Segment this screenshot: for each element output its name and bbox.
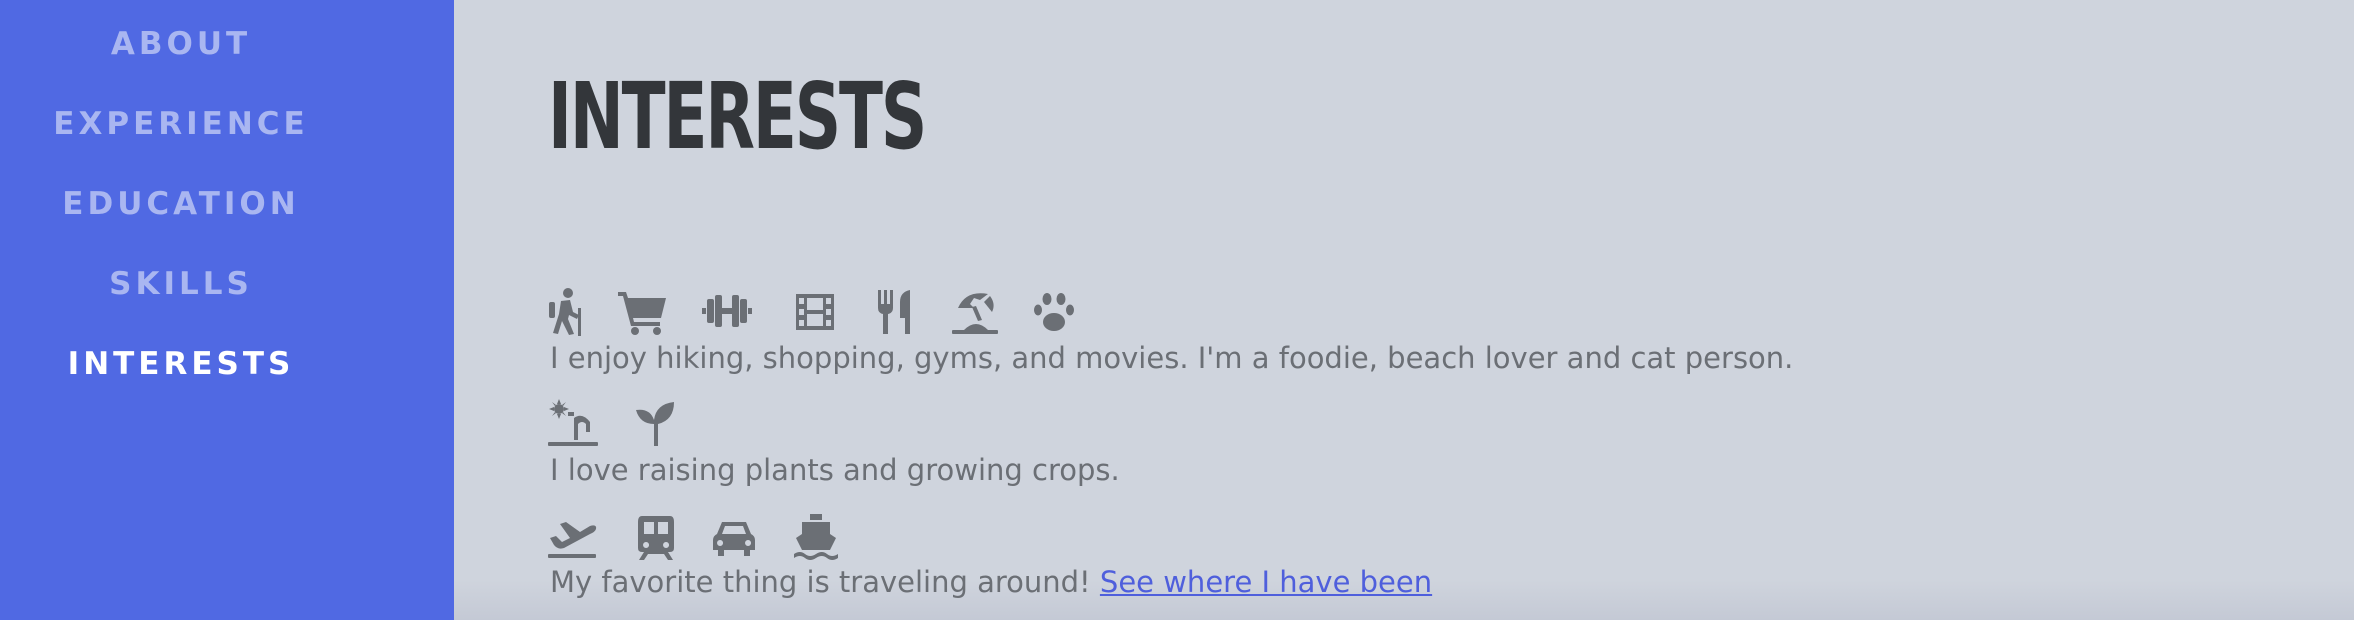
travel-text: My favorite thing is traveling around! xyxy=(550,565,1091,599)
car-icon xyxy=(712,512,756,562)
sidebar-nav: ABOUT EXPERIENCE EDUCATION SKILLS INTERE… xyxy=(0,0,454,620)
nav-item-experience[interactable]: EXPERIENCE xyxy=(0,104,362,144)
hiking-icon xyxy=(548,286,584,336)
see-where-link[interactable]: See where I have been xyxy=(1100,565,1432,599)
nav-item-education[interactable]: EDUCATION xyxy=(0,184,362,224)
umbrella-beach-icon xyxy=(950,286,1000,336)
ship-icon xyxy=(794,512,838,562)
seedling-icon xyxy=(634,398,678,448)
dumbbell-icon xyxy=(702,286,752,336)
travel-description: My favorite thing is traveling around! S… xyxy=(550,564,1432,600)
gardening-description: I love raising plants and growing crops. xyxy=(550,453,1120,487)
nav-item-skills[interactable]: SKILLS xyxy=(0,264,362,304)
page-title: INTERESTS xyxy=(548,63,927,170)
paw-icon xyxy=(1032,286,1076,336)
plane-departure-icon xyxy=(548,512,598,562)
train-icon xyxy=(636,512,676,562)
shopping-cart-icon xyxy=(618,286,668,336)
film-icon xyxy=(794,286,836,336)
travel-icon-row xyxy=(548,512,848,562)
utensils-icon xyxy=(874,286,914,336)
interests-icon-row xyxy=(548,286,1088,336)
farm-icon xyxy=(548,398,598,448)
gardening-icon-row xyxy=(548,398,708,448)
nav-item-interests[interactable]: INTERESTS xyxy=(0,344,362,384)
nav-item-about[interactable]: ABOUT xyxy=(0,24,362,64)
interests-description: I enjoy hiking, shopping, gyms, and movi… xyxy=(550,341,1794,375)
